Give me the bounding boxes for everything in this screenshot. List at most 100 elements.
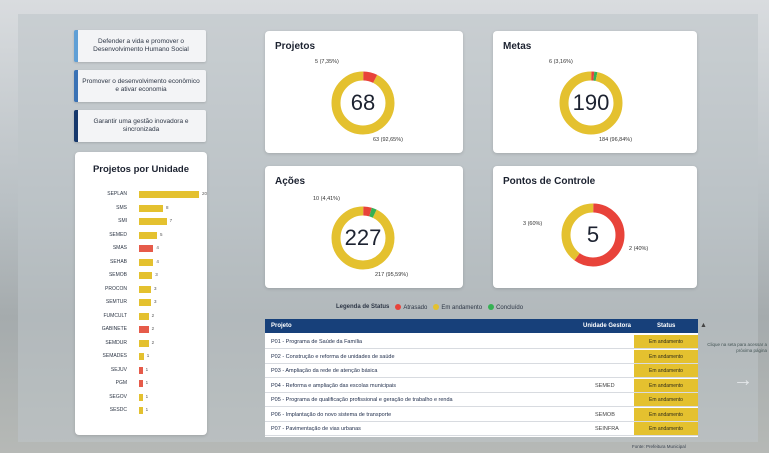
status-cell: Em andamento xyxy=(634,393,698,406)
projetos-total: 68 xyxy=(350,90,376,115)
unit-bar[interactable] xyxy=(139,380,143,387)
unit-row[interactable]: SMAS 4 xyxy=(89,243,209,253)
projetos-data-label: 5 (7,35%) xyxy=(315,59,339,65)
legend-dot-icon xyxy=(433,304,440,310)
unit-value: 1 xyxy=(145,366,149,372)
next-page-arrow-icon[interactable]: → xyxy=(733,369,753,392)
strategy-label: Promover o desenvolvimento econômico e a… xyxy=(82,78,200,93)
unit-row[interactable]: SEMTUR 3 xyxy=(89,297,209,307)
header-status[interactable]: Status xyxy=(657,323,675,329)
metas-total: 190 xyxy=(572,90,610,115)
unit-name: FUMCULT xyxy=(103,312,127,319)
unit-row[interactable]: SEMDUR 2 xyxy=(89,338,209,348)
unit-bar[interactable] xyxy=(139,326,149,333)
unit-name: SEJUV xyxy=(110,366,127,373)
unit-row[interactable]: SEJUV 1 xyxy=(89,365,209,375)
unit-row[interactable]: SEMADES 1 xyxy=(89,351,209,361)
unit-bar[interactable] xyxy=(139,312,149,320)
table-row[interactable]: P05 - Programa de qualificação profissio… xyxy=(265,393,698,407)
unit-row[interactable]: SMS 8 xyxy=(89,203,209,213)
project-cell: P02 - Construção e reforma de unidades d… xyxy=(271,353,395,360)
project-cell: P01 - Programa de Saúde da Família xyxy=(271,339,363,345)
units-title: Projetos por Unidade xyxy=(92,164,190,175)
unit-row[interactable]: SEPLAN 20 xyxy=(89,189,209,199)
projetos-card[interactable]: Projetos 68 5 (7,35%) 63 (92,65%) xyxy=(265,31,463,153)
status-cell: Em andamento xyxy=(634,364,698,377)
legend-label: Atrasado xyxy=(403,304,428,311)
unit-value: 4 xyxy=(156,245,159,250)
acoes-data-label: 217 (95,59%) xyxy=(375,272,409,278)
unit-bar[interactable] xyxy=(139,339,149,347)
unit-name: GABINETE xyxy=(101,326,127,332)
table-row[interactable]: P01 - Programa de Saúde da Família Em and… xyxy=(265,335,698,349)
table-row[interactable]: P07 - Pavimentação de vias urbanas SEINFR… xyxy=(265,422,698,436)
strategy-button-3[interactable]: Garantir uma gestão inovadora e sincroni… xyxy=(74,110,206,142)
unit-bar[interactable] xyxy=(139,191,199,198)
unit-row[interactable]: FUMCULT 2 xyxy=(89,311,209,321)
unit-row[interactable]: SEMOB 3 xyxy=(89,270,209,280)
table-row[interactable]: P02 - Construção e reforma de unidades d… xyxy=(265,349,698,364)
unit-bar[interactable] xyxy=(139,218,167,225)
unit-row[interactable]: SESDC 1 xyxy=(89,405,209,415)
unit-value: 1 xyxy=(146,353,150,358)
unit-bar[interactable] xyxy=(139,231,157,239)
unit-name: SMI xyxy=(118,218,127,224)
metas-data-label: 6 (3,16%) xyxy=(549,59,573,65)
status-cell: Em andamento xyxy=(634,422,698,435)
unit-row[interactable]: PGM 1 xyxy=(89,378,209,388)
projetos-data-label: 63 (92,65%) xyxy=(373,137,403,143)
unit-row[interactable]: PROCON 3 xyxy=(89,284,209,294)
strategy-button-1[interactable]: Defender a vida e promover o Desenvolvim… xyxy=(74,30,206,62)
unit-bar[interactable] xyxy=(139,285,151,293)
navigation-hint: Clique na seta para acessar a próxima pá… xyxy=(707,342,767,353)
table-row[interactable]: P04 - Reforma e ampliação das escolas mu… xyxy=(265,378,698,393)
unit-row[interactable]: SMI 7 xyxy=(89,216,209,226)
unit-bar[interactable] xyxy=(139,393,143,401)
legend-label: Em andamento xyxy=(441,304,483,311)
acoes-total: 227 xyxy=(344,225,382,250)
metas-card[interactable]: Metas 190 6 (3,16%) 184 (96,84%) xyxy=(493,31,697,153)
header-projeto[interactable]: Projeto xyxy=(271,323,292,329)
legend-title: Legenda de Status xyxy=(336,304,390,311)
unit-value: 3 xyxy=(154,285,157,291)
unit-name: SEPLAN xyxy=(107,191,127,197)
unit-bar[interactable] xyxy=(139,407,143,414)
unit-row[interactable]: SEMED 5 xyxy=(89,230,209,240)
strategy-label: Garantir uma gestão inovadora e sincroni… xyxy=(93,118,189,133)
unit-name: SEMED xyxy=(109,231,127,238)
unit-value: 3 xyxy=(154,299,157,304)
projects-table: Projeto Unidade Gestora Status P01 - Pro… xyxy=(265,319,698,437)
unit-row[interactable]: SEGOV 1 xyxy=(89,392,209,402)
status-cell: Em andamento xyxy=(634,407,698,421)
unit-bar[interactable] xyxy=(139,204,163,212)
header-unidade[interactable]: Unidade Gestora xyxy=(583,323,631,329)
unit-cell: SEMOB xyxy=(595,411,615,418)
unit-name: SEHAB xyxy=(110,258,127,265)
unit-value: 1 xyxy=(145,407,149,412)
project-cell: P05 - Programa de qualificação profissio… xyxy=(271,397,453,403)
unit-bar[interactable] xyxy=(139,366,143,374)
unit-bar[interactable] xyxy=(139,245,154,252)
table-row[interactable]: P03 - Ampliação da rede de atenção básic… xyxy=(265,364,698,378)
strategy-button-2[interactable]: Promover o desenvolvimento econômico e a… xyxy=(74,70,206,102)
status-cell: Em andamento xyxy=(634,378,698,392)
unit-cell: SEMED xyxy=(595,382,615,389)
acoes-card[interactable]: Ações 227 10 (4,41%) 217 (95,59%) xyxy=(265,166,463,288)
units-panel: Projetos por Unidade SEPLAN 20 SMS 8 SMI 7 SEM… xyxy=(75,152,207,435)
unit-value: 4 xyxy=(156,258,159,264)
unit-bar[interactable] xyxy=(139,299,151,306)
unit-row[interactable]: SEHAB 4 xyxy=(89,257,209,267)
unit-name: SEMOB xyxy=(108,272,127,278)
unit-bar[interactable] xyxy=(139,258,154,266)
unit-bar[interactable] xyxy=(139,272,153,279)
unit-bar[interactable] xyxy=(139,353,144,360)
scroll-up-icon[interactable]: ▲ xyxy=(700,322,707,329)
pontos-controle-card[interactable]: Pontos de Controle 53 (60%) 2 (40%) xyxy=(493,166,697,288)
unit-value: 2 xyxy=(151,312,155,318)
unit-row[interactable]: GABINETE 2 xyxy=(89,324,209,334)
project-cell: P03 - Ampliação da rede de atenção básic… xyxy=(271,368,378,374)
pontos-data-label: 3 (60%) xyxy=(523,221,543,227)
legend-dot-icon xyxy=(488,304,495,310)
table-row[interactable]: P06 - Implantação do novo sistema de tra… xyxy=(265,407,698,422)
unit-value: 2 xyxy=(151,326,155,331)
